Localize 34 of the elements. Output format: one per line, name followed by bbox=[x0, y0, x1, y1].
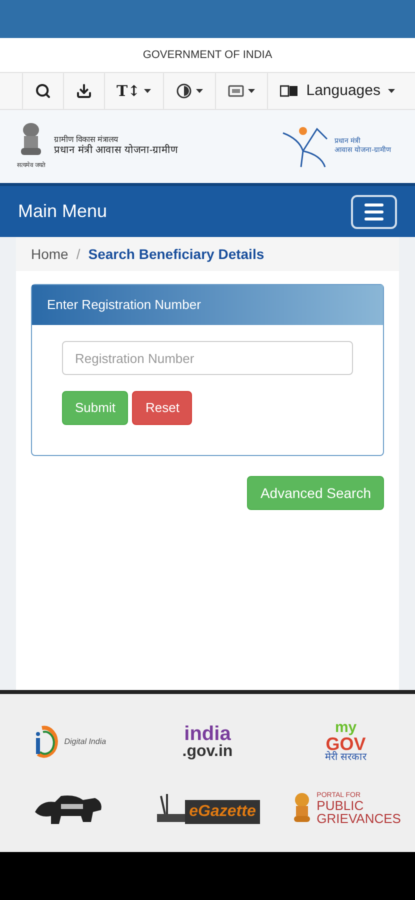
scheme-name: प्रधान मंत्री आवास योजना-ग्रामीण bbox=[54, 145, 178, 158]
logo-text: PUBLIC bbox=[316, 799, 365, 812]
logo-text: india bbox=[184, 724, 231, 744]
logo-text: .gov.in bbox=[182, 744, 233, 760]
breadcrumb-link[interactable]: Home bbox=[31, 244, 68, 264]
panel-title: Enter Registration Number bbox=[47, 296, 201, 314]
caret-icon bbox=[144, 89, 152, 93]
egazette-logo[interactable]: eGazette bbox=[155, 794, 260, 824]
caret-icon bbox=[196, 89, 204, 93]
reset-button[interactable]: Reset bbox=[132, 391, 192, 425]
mygov-logo[interactable]: my GOV मेरी सरकार bbox=[324, 720, 367, 764]
screen-icon bbox=[228, 85, 244, 97]
caret-icon bbox=[248, 89, 256, 93]
logo-text: eGazette bbox=[185, 800, 260, 824]
breadcrumb-link[interactable]: Search Beneficiary Details bbox=[88, 244, 264, 264]
ministry-name: ग्रामीण विकास मंत्रालय bbox=[54, 135, 120, 144]
logo-text: मेरी सरकार bbox=[324, 753, 367, 764]
download-icon bbox=[76, 83, 92, 99]
logo-text: GRIEVANCES bbox=[316, 812, 401, 826]
digital-india-logo[interactable]: Digital India bbox=[32, 724, 106, 760]
breadcrumb-separator: / bbox=[76, 244, 80, 264]
translate-icon bbox=[280, 85, 298, 97]
languages-button[interactable]: Languages bbox=[268, 73, 408, 109]
main-menu-title: Main Menu bbox=[18, 200, 108, 223]
logo-text: my bbox=[334, 720, 357, 736]
india-gov-logo[interactable]: india .gov.in bbox=[182, 724, 233, 760]
registration-number-field[interactable]: Registration Number bbox=[62, 341, 353, 375]
search-icon bbox=[34, 83, 50, 99]
caret-icon bbox=[388, 89, 396, 93]
logo-text: Digital India bbox=[64, 736, 106, 748]
contrast-icon bbox=[176, 83, 192, 99]
menu-button[interactable] bbox=[351, 194, 397, 228]
government-title: GOVERNMENT OF INDIA bbox=[142, 48, 272, 63]
text-size-button[interactable]: T↕ bbox=[104, 73, 164, 109]
